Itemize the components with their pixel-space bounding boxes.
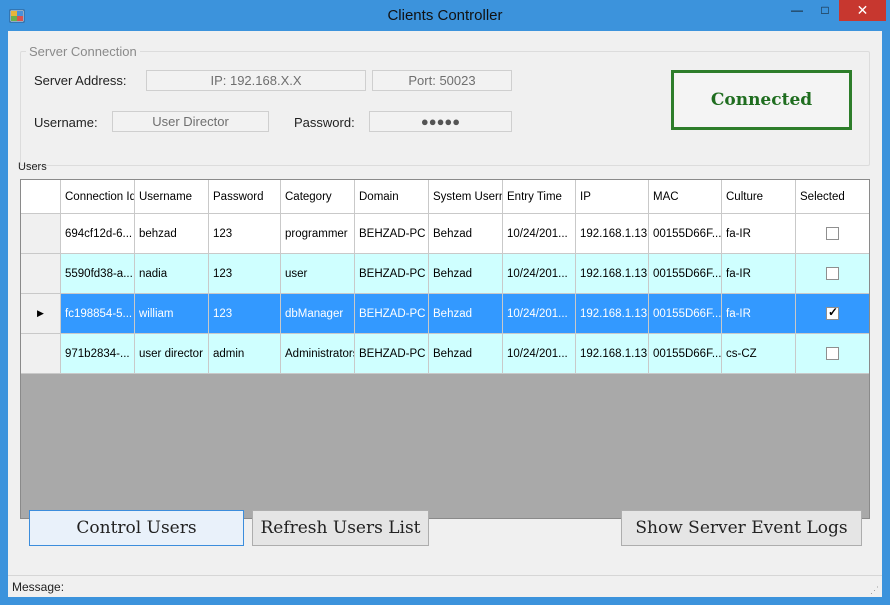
password-label: Password: (294, 115, 355, 130)
username-label: Username: (34, 115, 98, 130)
close-button[interactable]: ✕ (839, 0, 886, 21)
col-header-connection-id[interactable]: Connection Id (61, 180, 135, 214)
cell-username[interactable]: behzad (135, 214, 209, 254)
row-header[interactable] (21, 214, 61, 254)
cell-system-username[interactable]: Behzad (429, 214, 503, 254)
cell-ip[interactable]: 192.168.1.13 (576, 214, 649, 254)
col-header-password[interactable]: Password (209, 180, 281, 214)
password-field[interactable]: ●●●●● (369, 111, 512, 132)
cell-domain[interactable]: BEHZAD-PC (355, 254, 429, 294)
table-row[interactable]: ▶ fc198854-5... william 123 dbManager BE… (21, 294, 869, 334)
minimize-button[interactable]: — (780, 0, 814, 21)
cell-username[interactable]: user director (135, 334, 209, 374)
refresh-users-list-button[interactable]: Refresh Users List (252, 510, 429, 546)
header-corner (21, 180, 61, 214)
selected-checkbox[interactable] (826, 227, 839, 240)
cell-domain[interactable]: BEHZAD-PC (355, 214, 429, 254)
col-header-username[interactable]: Username (135, 180, 209, 214)
cell-selected (796, 214, 869, 254)
cell-category[interactable]: dbManager (281, 294, 355, 334)
cell-password[interactable]: admin (209, 334, 281, 374)
server-connection-label: Server Connection (26, 44, 140, 59)
col-header-system-username[interactable]: System Username (429, 180, 503, 214)
cell-category[interactable]: user (281, 254, 355, 294)
cell-culture[interactable]: cs-CZ (722, 334, 796, 374)
resize-grip-icon[interactable]: ⋰ (870, 585, 880, 595)
cell-category[interactable]: Administrators (281, 334, 355, 374)
row-header[interactable] (21, 254, 61, 294)
col-header-entry-time[interactable]: Entry Time (503, 180, 576, 214)
message-label: Message: (12, 580, 65, 594)
control-users-button[interactable]: Control Users (29, 510, 244, 546)
cell-connection-id[interactable]: 694cf12d-6... (61, 214, 135, 254)
table-row[interactable]: 5590fd38-a... nadia 123 user BEHZAD-PC B… (21, 254, 869, 294)
users-grid[interactable]: Connection Id Username Password Category… (20, 179, 870, 519)
cell-culture[interactable]: fa-IR (722, 214, 796, 254)
cell-mac[interactable]: 00155D66F... (649, 334, 722, 374)
cell-password[interactable]: 123 (209, 254, 281, 294)
cell-system-username[interactable]: Behzad (429, 254, 503, 294)
window-title: Clients Controller (387, 7, 503, 24)
selected-checkbox[interactable] (826, 305, 839, 320)
cell-selected (796, 254, 869, 294)
cell-entry-time[interactable]: 10/24/201... (503, 254, 576, 294)
connection-status-indicator: Connected (671, 70, 852, 130)
cell-system-username[interactable]: Behzad (429, 334, 503, 374)
cell-mac[interactable]: 00155D66F... (649, 254, 722, 294)
cell-entry-time[interactable]: 10/24/201... (503, 294, 576, 334)
maximize-button[interactable]: □ (812, 0, 838, 21)
cell-password[interactable]: 123 (209, 294, 281, 334)
selected-checkbox[interactable] (826, 347, 839, 360)
server-port-field[interactable]: Port: 50023 (372, 70, 512, 91)
client-area: Server Connection Server Address: IP: 19… (8, 31, 882, 597)
username-field[interactable]: User Director (112, 111, 269, 132)
cell-username[interactable]: william (135, 294, 209, 334)
cell-password[interactable]: 123 (209, 214, 281, 254)
cell-domain[interactable]: BEHZAD-PC (355, 294, 429, 334)
col-header-domain[interactable]: Domain (355, 180, 429, 214)
col-header-ip[interactable]: IP (576, 180, 649, 214)
cell-ip[interactable]: 192.168.1.13 (576, 294, 649, 334)
selected-checkbox[interactable] (826, 267, 839, 280)
col-header-mac[interactable]: MAC (649, 180, 722, 214)
cell-mac[interactable]: 00155D66F... (649, 294, 722, 334)
cell-culture[interactable]: fa-IR (722, 254, 796, 294)
col-header-culture[interactable]: Culture (722, 180, 796, 214)
row-header[interactable] (21, 334, 61, 374)
server-address-label: Server Address: (34, 73, 127, 88)
cell-entry-time[interactable]: 10/24/201... (503, 214, 576, 254)
cell-system-username[interactable]: Behzad (429, 294, 503, 334)
table-row[interactable]: 694cf12d-6... behzad 123 programmer BEHZ… (21, 214, 869, 254)
cell-selected (796, 334, 869, 374)
title-bar[interactable]: Clients Controller — □ ✕ (0, 0, 890, 31)
cell-connection-id[interactable]: 5590fd38-a... (61, 254, 135, 294)
status-bar: Message: ⋰ (8, 575, 882, 597)
cell-category[interactable]: programmer (281, 214, 355, 254)
cell-username[interactable]: nadia (135, 254, 209, 294)
cell-connection-id[interactable]: 971b2834-... (61, 334, 135, 374)
cell-selected (796, 294, 869, 334)
cell-domain[interactable]: BEHZAD-PC (355, 334, 429, 374)
server-ip-field[interactable]: IP: 192.168.X.X (146, 70, 366, 91)
cell-culture[interactable]: fa-IR (722, 294, 796, 334)
table-row[interactable]: 971b2834-... user director admin Adminis… (21, 334, 869, 374)
cell-ip[interactable]: 192.168.1.13 (576, 334, 649, 374)
users-label: Users (18, 161, 47, 173)
cell-entry-time[interactable]: 10/24/201... (503, 334, 576, 374)
main-window: Clients Controller — □ ✕ Server Connecti… (0, 0, 890, 605)
cell-mac[interactable]: 00155D66F... (649, 214, 722, 254)
cell-connection-id[interactable]: fc198854-5... (61, 294, 135, 334)
col-header-category[interactable]: Category (281, 180, 355, 214)
current-row-indicator-icon[interactable]: ▶ (21, 294, 61, 334)
show-server-event-logs-button[interactable]: Show Server Event Logs (621, 510, 862, 546)
col-header-selected[interactable]: Selected (796, 180, 869, 214)
cell-ip[interactable]: 192.168.1.13 (576, 254, 649, 294)
